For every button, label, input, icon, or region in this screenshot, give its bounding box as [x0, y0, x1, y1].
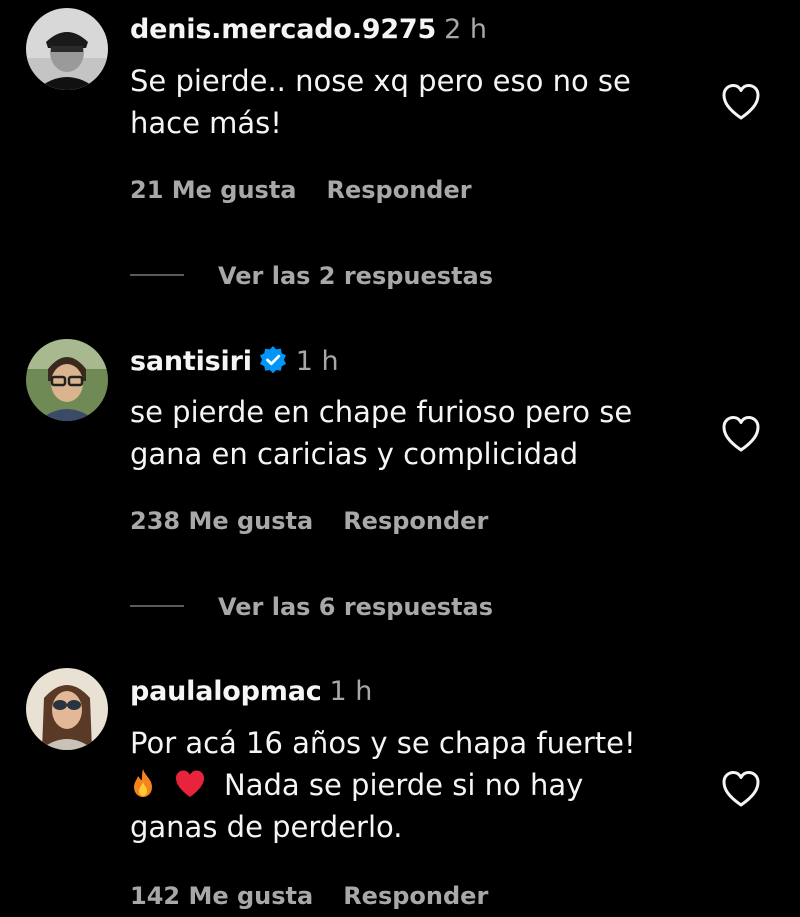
reply-button[interactable]: Responder [327, 176, 472, 204]
view-replies-button[interactable]: Ver las 6 respuestas [130, 593, 493, 621]
avatar[interactable] [26, 8, 108, 90]
view-replies-label[interactable]: Ver las 2 respuestas [218, 262, 493, 290]
comment-text: Por acá 16 años y se chapa fuerte! Nada … [130, 722, 710, 848]
view-replies-button[interactable]: Ver las 2 respuestas [130, 262, 493, 290]
comment-text-line-with-emoji: Nada se pierde si no hay [130, 764, 710, 806]
divider-line [130, 605, 184, 607]
like-count[interactable]: 142 Me gusta [130, 882, 313, 910]
heart-outline-icon[interactable] [720, 769, 762, 809]
username[interactable]: santisiri [130, 346, 252, 377]
reply-button[interactable]: Responder [343, 507, 488, 535]
username[interactable]: paulalopmac [130, 676, 322, 707]
comment-header: santisiri 1 h [130, 345, 339, 377]
red-heart-emoji [176, 770, 204, 797]
comment-text: Se pierde.. nose xq pero eso no se hace … [130, 60, 710, 144]
comment-text-line: ganas de perderlo. [130, 810, 403, 844]
comment-text: se pierde en chape furioso pero se gana … [130, 391, 710, 475]
heart-outline-icon[interactable] [720, 414, 762, 454]
like-count[interactable]: 21 Me gusta [130, 176, 297, 204]
username[interactable]: denis.mercado.9275 [130, 14, 436, 45]
timestamp: 1 h [329, 676, 373, 707]
comment-text-line: se pierde en chape furioso pero se [130, 395, 633, 429]
divider-line [130, 274, 184, 276]
comment-text-segment: Nada se pierde si no hay [224, 768, 584, 802]
timestamp: 2 h [444, 14, 487, 45]
comment-text-line: Se pierde.. nose xq pero eso no se [130, 64, 631, 98]
avatar[interactable] [26, 668, 108, 750]
verified-badge-icon [259, 346, 286, 374]
comment-header: denis.mercado.9275 2 h [130, 14, 487, 45]
comment-text-line: Por acá 16 años y se chapa fuerte! [130, 726, 636, 760]
comment-actions: 142 Me gusta Responder [130, 882, 488, 910]
timestamp: 1 h [295, 346, 339, 377]
comment-text-line: gana en caricias y complicidad [130, 437, 579, 471]
heart-outline-icon[interactable] [720, 82, 762, 122]
comment-actions: 238 Me gusta Responder [130, 507, 488, 535]
fire-emoji [134, 769, 152, 797]
avatar[interactable] [26, 339, 108, 421]
comment-text-line: hace más! [130, 106, 282, 140]
comment-header: paulalopmac 1 h [130, 676, 372, 707]
like-count[interactable]: 238 Me gusta [130, 507, 313, 535]
comment-actions: 21 Me gusta Responder [130, 176, 472, 204]
view-replies-label[interactable]: Ver las 6 respuestas [218, 593, 493, 621]
reply-button[interactable]: Responder [343, 882, 488, 910]
